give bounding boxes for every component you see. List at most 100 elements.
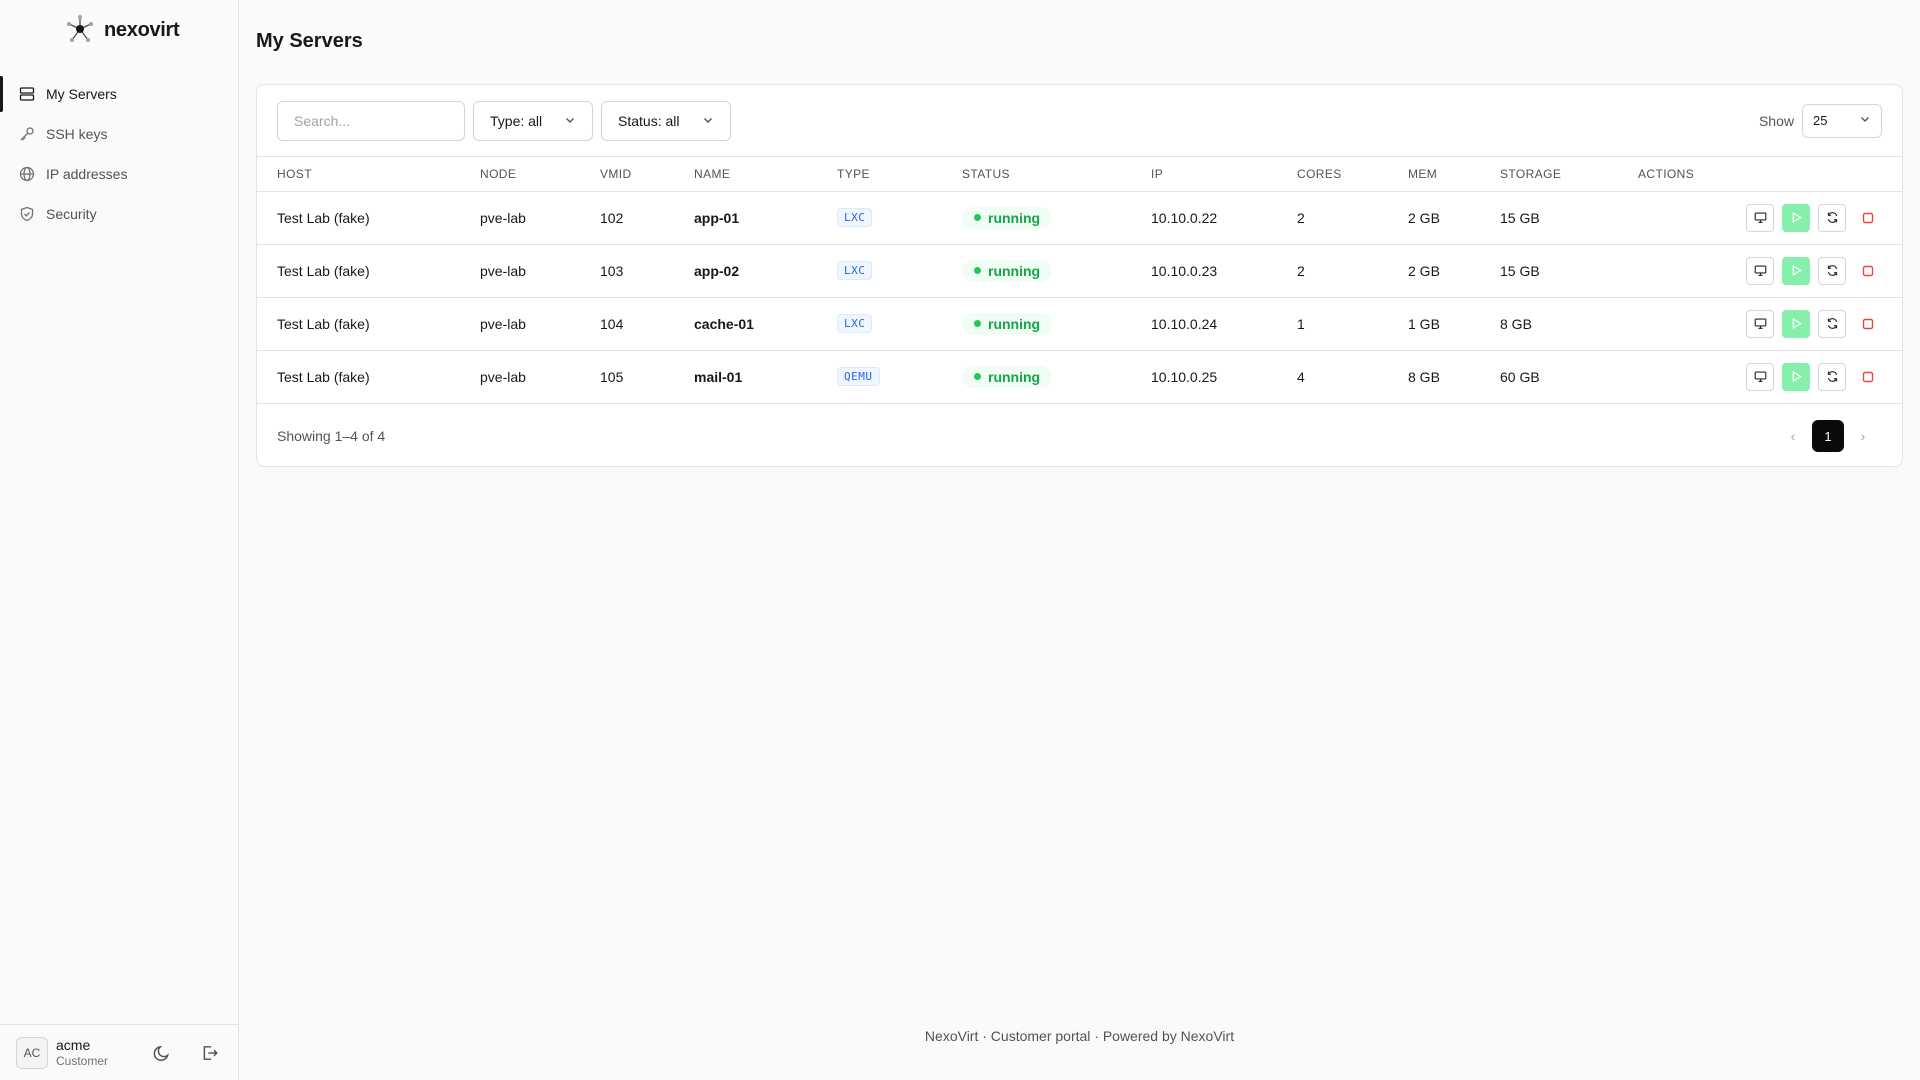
cell-cores: 4 [1297,350,1408,404]
play-icon [1792,370,1802,383]
cell-ip: 10.10.0.24 [1151,297,1297,351]
start-button[interactable] [1782,203,1810,232]
restart-button[interactable] [1818,256,1846,285]
column-header-storage: STORAGE [1500,157,1638,192]
status-text: running [988,209,1041,226]
cell-mem: 2 GB [1408,244,1500,298]
sidebar-item-ssh-keys[interactable]: SSH keys [0,114,238,154]
logout-icon[interactable] [198,1041,222,1065]
sidebar-item-ip-addresses[interactable]: IP addresses [0,154,238,194]
restart-button[interactable] [1818,203,1846,232]
user-role: Customer [56,1053,109,1068]
status-filter-select[interactable]: Status: all [601,100,731,141]
user-panel: AC acme Customer [0,1024,238,1080]
stop-icon [1862,212,1874,223]
table-row[interactable]: Test Lab (fake) pve-lab 103 app-02 LXC r… [257,244,1902,298]
monitor-icon [1754,318,1766,329]
status-badge: running [962,206,1053,229]
search-input[interactable] [277,100,465,141]
cell-storage: 15 GB [1500,244,1638,298]
play-icon [1792,211,1802,224]
console-button[interactable] [1746,256,1774,285]
page-footer: NexoVirt · Customer portal · Powered by … [924,1028,1235,1044]
row-actions [1638,256,1902,285]
cell-type: LXC [837,297,962,351]
column-header-mem: MEM [1408,157,1500,192]
cell-node: pve-lab [480,191,600,245]
cell-vmid: 104 [600,297,694,351]
table-row[interactable]: Test Lab (fake) pve-lab 104 cache-01 LXC… [257,297,1902,351]
cell-ip: 10.10.0.25 [1151,350,1297,404]
status-dot-icon [974,267,981,274]
play-icon [1792,317,1802,330]
refresh-icon [1827,212,1837,223]
stop-icon [1862,318,1874,329]
sidebar-item-my-servers[interactable]: My Servers [0,74,238,114]
cell-status: running [962,297,1151,351]
monitor-icon [1754,212,1766,223]
servers-icon [18,85,36,103]
console-button[interactable] [1746,309,1774,338]
start-button[interactable] [1782,256,1810,285]
chevron-down-icon [1859,113,1871,128]
console-button[interactable] [1746,362,1774,391]
sidebar-item-label: SSH keys [46,126,108,142]
cell-cores: 1 [1297,297,1408,351]
status-filter-value: Status: all [618,112,680,129]
app-root: nexovirt My Servers SSH keys IP addresse… [0,0,1920,1080]
sidebar-item-label: IP addresses [46,166,128,182]
type-filter-select[interactable]: Type: all [473,100,593,141]
start-button[interactable] [1782,309,1810,338]
results-summary: Showing 1–4 of 4 [277,428,386,444]
brand[interactable]: nexovirt [64,14,180,46]
sidebar-item-security[interactable]: Security [0,194,238,234]
cell-actions [1638,191,1902,245]
console-button[interactable] [1746,203,1774,232]
status-text: running [988,262,1041,279]
stop-icon [1862,371,1874,382]
row-actions [1638,309,1902,338]
stop-button[interactable] [1854,203,1882,232]
start-button[interactable] [1782,362,1810,391]
column-header-type: TYPE [837,157,962,192]
page-title: My Servers [256,30,363,52]
cell-status: running [962,191,1151,245]
refresh-icon [1827,265,1837,276]
page-number-button[interactable]: 1 [1812,420,1844,452]
column-header-name: NAME [694,157,837,192]
cell-storage: 8 GB [1500,297,1638,351]
stop-button[interactable] [1854,362,1882,391]
prev-page-button[interactable]: ‹ [1788,428,1798,444]
cell-name[interactable]: cache-01 [694,297,837,351]
cell-name[interactable]: mail-01 [694,350,837,404]
restart-button[interactable] [1818,309,1846,338]
column-header-cores: CORES [1297,157,1408,192]
restart-button[interactable] [1818,362,1846,391]
cell-name[interactable]: app-02 [694,244,837,298]
cell-host: Test Lab (fake) [257,297,480,351]
stop-button[interactable] [1854,256,1882,285]
cell-ip: 10.10.0.23 [1151,244,1297,298]
cell-name[interactable]: app-01 [694,191,837,245]
key-icon [18,125,36,143]
chevron-down-icon [702,113,714,129]
theme-toggle-moon-icon[interactable] [150,1041,174,1065]
cell-vmid: 105 [600,350,694,404]
table-header-row: HOST NODE VMID NAME TYPE STATUS IP CORES… [257,157,1902,192]
cell-status: running [962,244,1151,298]
column-header-vmid: VMID [600,157,694,192]
type-filter-value: Type: all [490,112,543,129]
avatar[interactable]: AC [16,1036,48,1069]
monitor-icon [1754,371,1766,382]
table-row[interactable]: Test Lab (fake) pve-lab 105 mail-01 QEMU… [257,350,1902,404]
status-dot-icon [974,373,981,380]
globe-icon [18,165,36,183]
next-page-button[interactable]: › [1858,428,1868,444]
chevron-down-icon [564,113,576,129]
stop-button[interactable] [1854,309,1882,338]
table-row[interactable]: Test Lab (fake) pve-lab 102 app-01 LXC r… [257,191,1902,245]
cell-actions [1638,350,1902,404]
cell-mem: 2 GB [1408,191,1500,245]
status-badge: running [962,259,1053,282]
page-size-select[interactable]: 25 [1802,103,1882,138]
